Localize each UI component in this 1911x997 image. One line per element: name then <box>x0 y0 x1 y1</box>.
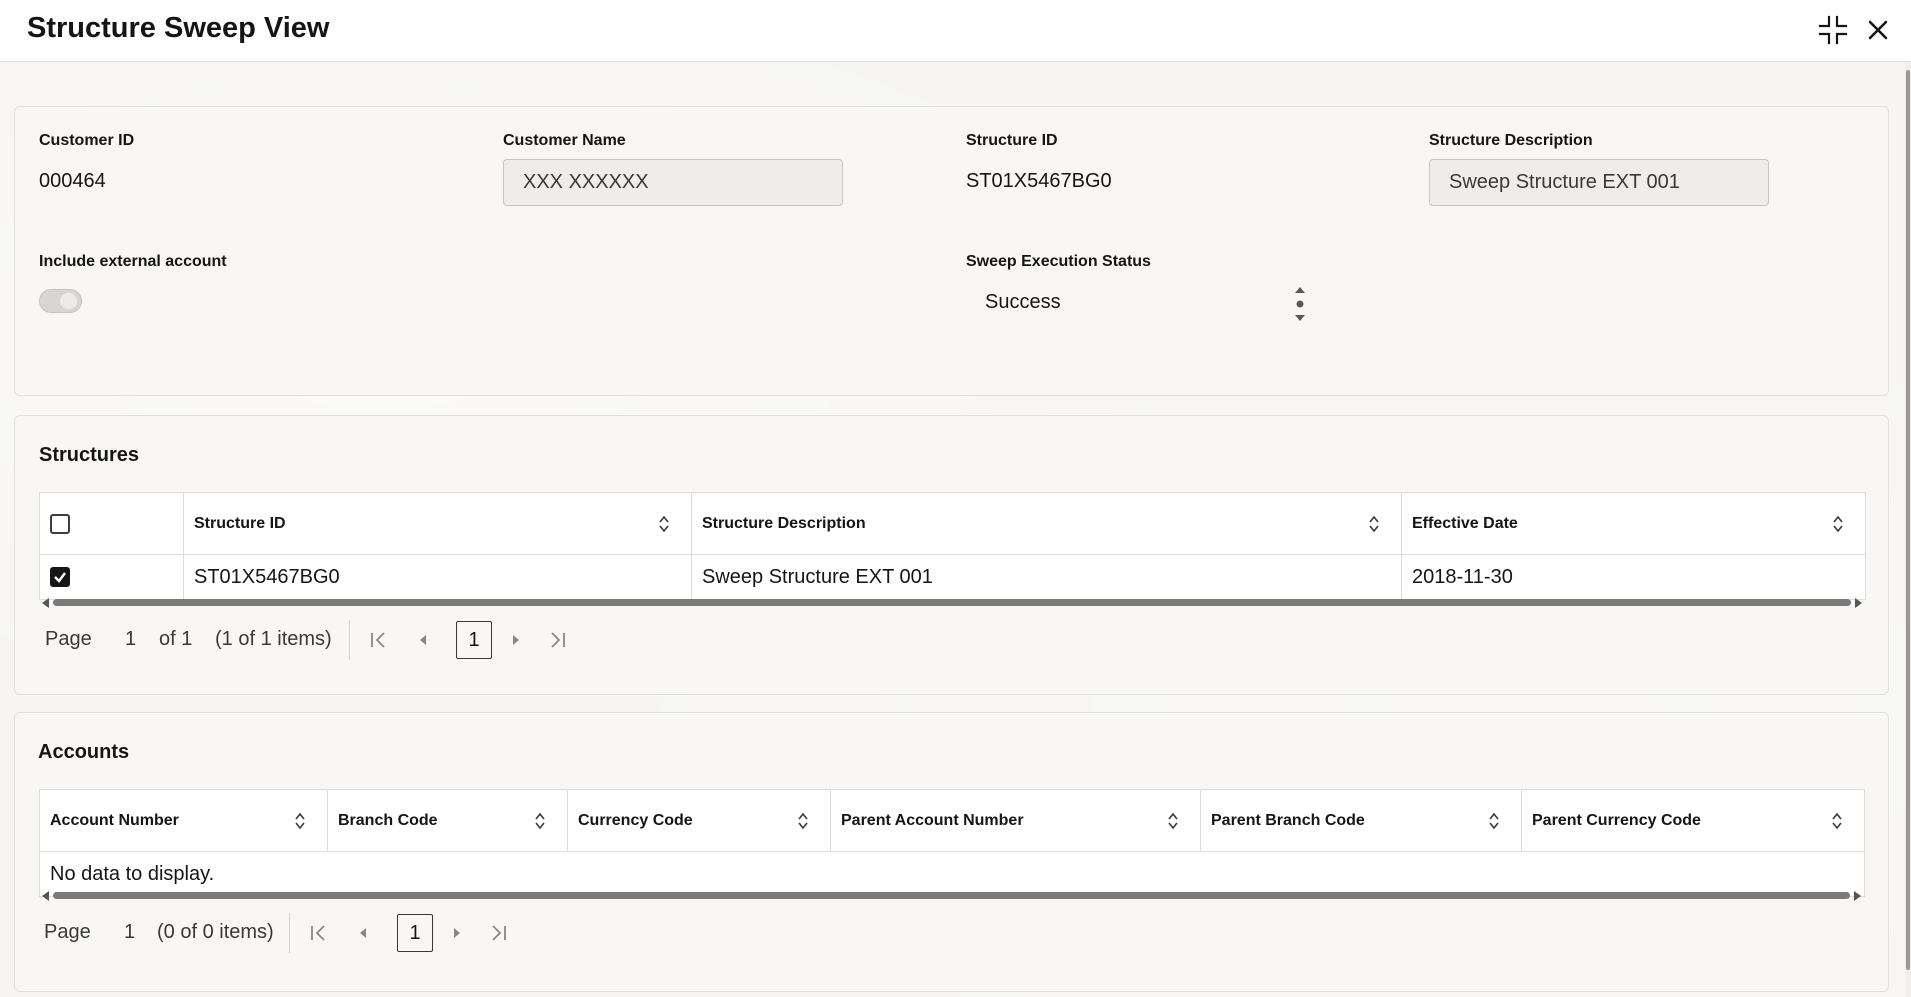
column-header-label: Effective Date <box>1412 514 1518 532</box>
pager-divider <box>289 913 290 953</box>
scrollbar-thumb[interactable] <box>53 599 1851 606</box>
pager-divider <box>349 620 350 660</box>
page-title: Structure Sweep View <box>27 12 330 44</box>
sort-icon[interactable] <box>1168 812 1178 830</box>
column-header-label: Structure Description <box>702 514 866 532</box>
scrollbar-thumb[interactable] <box>53 892 1850 899</box>
collapse-icon[interactable] <box>1817 14 1849 46</box>
column-header-label: Branch Code <box>338 811 438 829</box>
checkmark-icon <box>54 572 66 584</box>
sort-icon[interactable] <box>295 812 305 830</box>
cell-structure-description: Sweep Structure EXT 001 <box>691 554 1402 600</box>
sweep-execution-status-value: Success <box>985 291 1061 313</box>
accounts-panel: Accounts Account Number Branch Code Curr… <box>14 712 1889 992</box>
structure-id-value: ST01X5467BG0 <box>966 170 1112 192</box>
sort-icon[interactable] <box>798 812 808 830</box>
select-all-checkbox[interactable] <box>50 513 70 534</box>
row-select-cell <box>39 554 184 600</box>
row-select-checkbox[interactable] <box>50 567 70 588</box>
sort-icon[interactable] <box>659 515 669 533</box>
sort-icon[interactable] <box>1832 812 1842 830</box>
first-page-icon[interactable] <box>305 920 331 946</box>
column-header-parent-currency-code[interactable]: Parent Currency Code <box>1521 789 1865 852</box>
sort-icon[interactable] <box>535 812 545 830</box>
customer-name-field[interactable]: XXX XXXXXX <box>503 159 843 206</box>
last-page-icon[interactable] <box>545 627 571 653</box>
scrollbar-thumb[interactable] <box>1906 70 1910 970</box>
column-header-branch-code[interactable]: Branch Code <box>327 789 568 852</box>
page-number-input[interactable]: 1 <box>124 921 135 944</box>
column-header-label: Structure ID <box>194 514 286 532</box>
accounts-section-title: Accounts <box>38 741 130 763</box>
structure-id-label: Structure ID <box>966 132 1058 149</box>
structures-panel: Structures Structure ID Structure Descri… <box>14 415 1889 695</box>
table-header-row: Structure ID Structure Description Effec… <box>39 492 1866 555</box>
accounts-table: Account Number Branch Code Currency Code… <box>39 789 1865 897</box>
dialog-body: Customer ID 000464 Customer Name XXX XXX… <box>0 62 1905 997</box>
select-all-cell <box>39 492 184 555</box>
first-page-icon[interactable] <box>365 627 391 653</box>
column-header-parent-branch-code[interactable]: Parent Branch Code <box>1200 789 1522 852</box>
column-header-label: Parent Branch Code <box>1211 811 1365 829</box>
current-page-button[interactable]: 1 <box>397 914 433 952</box>
sweep-execution-status-label: Sweep Execution Status <box>966 253 1151 270</box>
page-count: of 1 <box>159 628 193 650</box>
column-header-structure-description[interactable]: Structure Description <box>691 492 1402 555</box>
toggle-knob <box>60 293 77 309</box>
column-header-parent-account-number[interactable]: Parent Account Number <box>830 789 1201 852</box>
accounts-horizontal-scrollbar[interactable] <box>39 889 1864 903</box>
page-label: Page <box>44 921 91 943</box>
include-external-account-label: Include external account <box>39 253 227 270</box>
column-header-account-number[interactable]: Account Number <box>39 789 328 852</box>
accounts-pagination: Page 1 (0 of 0 items) 1 <box>44 913 644 953</box>
structure-details-panel: Customer ID 000464 Customer Name XXX XXX… <box>14 106 1889 396</box>
sort-icon[interactable] <box>1833 515 1843 533</box>
column-header-effective-date[interactable]: Effective Date <box>1401 492 1866 555</box>
structures-table: Structure ID Structure Description Effec… <box>39 492 1866 600</box>
structures-section-title: Structures <box>39 444 140 466</box>
column-header-label: Parent Currency Code <box>1532 811 1701 829</box>
column-header-label: Account Number <box>50 811 179 829</box>
page-vertical-scrollbar[interactable] <box>1905 62 1911 997</box>
scroll-left-icon[interactable] <box>42 891 49 901</box>
structures-horizontal-scrollbar[interactable] <box>39 596 1865 610</box>
customer-id-label: Customer ID <box>39 132 135 149</box>
items-count: (1 of 1 items) <box>215 628 332 650</box>
previous-page-icon[interactable] <box>350 920 376 946</box>
items-count: (0 of 0 items) <box>157 921 274 943</box>
sort-icon[interactable] <box>1369 515 1379 533</box>
include-external-account-toggle[interactable] <box>39 289 82 313</box>
last-page-icon[interactable] <box>486 920 512 946</box>
customer-name-label: Customer Name <box>503 132 626 149</box>
close-icon[interactable] <box>1862 14 1894 46</box>
cell-structure-id: ST01X5467BG0 <box>183 554 692 600</box>
page-number-input[interactable]: 1 <box>125 628 136 651</box>
table-row[interactable]: ST01X5467BG0 Sweep Structure EXT 001 201… <box>39 554 1866 600</box>
scroll-left-icon[interactable] <box>42 598 49 608</box>
next-page-icon[interactable] <box>444 920 470 946</box>
page-label: Page <box>45 628 92 650</box>
next-page-icon[interactable] <box>503 627 529 653</box>
cell-effective-date: 2018-11-30 <box>1401 554 1866 600</box>
dialog-header: Structure Sweep View <box>0 0 1911 62</box>
current-page-button[interactable]: 1 <box>456 621 492 659</box>
structure-description-field[interactable]: Sweep Structure EXT 001 <box>1429 159 1769 206</box>
status-spinner-icon[interactable] <box>1293 285 1307 323</box>
structures-pagination: Page 1 of 1 (1 of 1 items) 1 <box>45 620 645 660</box>
column-header-label: Currency Code <box>578 811 693 829</box>
column-header-structure-id[interactable]: Structure ID <box>183 492 692 555</box>
structure-description-label: Structure Description <box>1429 132 1593 149</box>
column-header-currency-code[interactable]: Currency Code <box>567 789 831 852</box>
scroll-right-icon[interactable] <box>1854 891 1861 901</box>
column-header-label: Parent Account Number <box>841 811 1024 829</box>
table-header-row: Account Number Branch Code Currency Code… <box>39 789 1865 852</box>
previous-page-icon[interactable] <box>410 627 436 653</box>
customer-id-value: 000464 <box>39 170 106 192</box>
scroll-right-icon[interactable] <box>1855 598 1862 608</box>
sort-icon[interactable] <box>1489 812 1499 830</box>
